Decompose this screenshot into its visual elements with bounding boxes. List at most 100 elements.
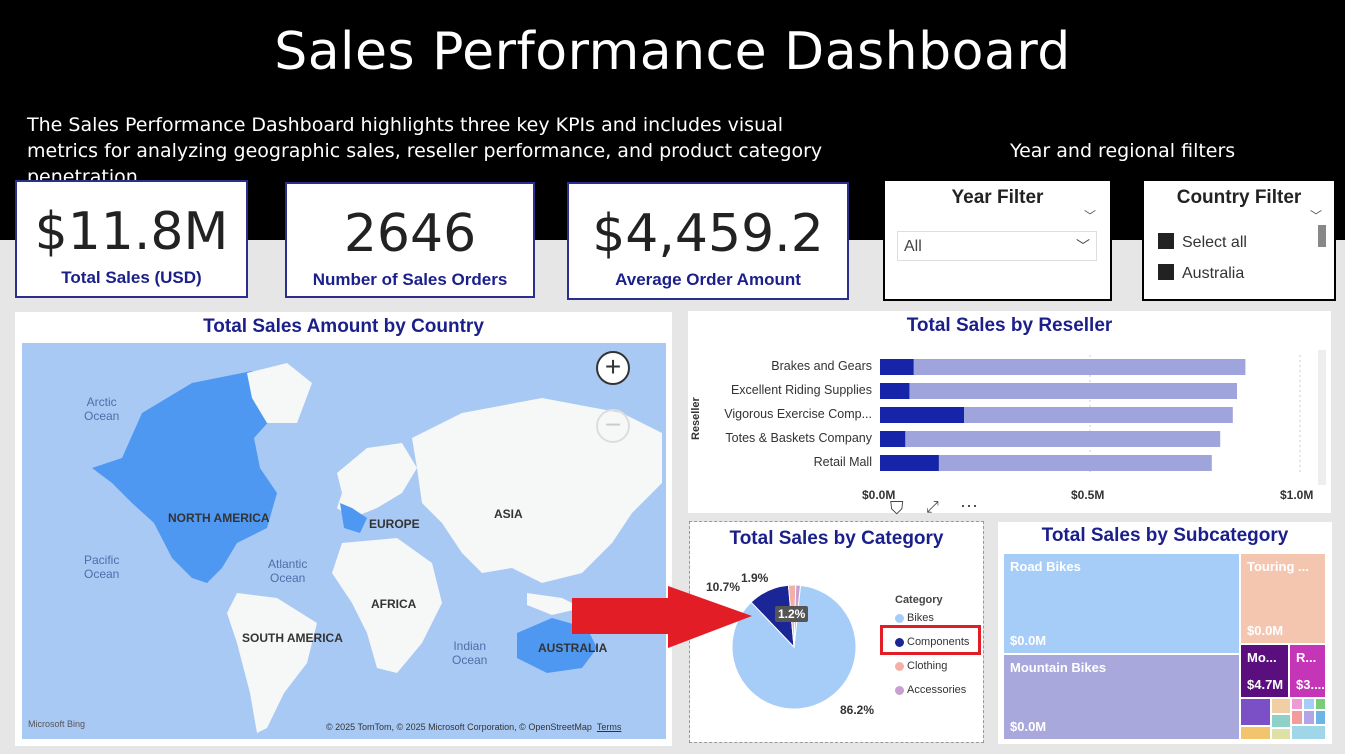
x-tick: $1.0M [1280, 488, 1314, 502]
focus-mode-icon[interactable]: ⤢ [926, 499, 939, 517]
scrollbar[interactable] [1318, 350, 1326, 485]
tile-label: Touring ... [1247, 559, 1309, 574]
data-label: 1.9% [741, 571, 769, 585]
kpi-label: Number of Sales Orders [312, 270, 508, 289]
legend-item-accessories[interactable]: Accessories [895, 684, 966, 696]
country-option-select-all[interactable]: Select all [1158, 233, 1247, 252]
tile-label: Mountain Bikes [1010, 660, 1107, 675]
kpi-label: Average Order Amount [615, 270, 801, 289]
bar-segment[interactable] [880, 455, 939, 471]
ocean-label: Arctic Ocean [84, 395, 120, 423]
treemap-tile[interactable] [1271, 714, 1291, 728]
legend-label: Accessories [907, 684, 967, 696]
treemap-tile[interactable] [1303, 698, 1315, 710]
tile-value: $4.7M [1247, 677, 1284, 692]
reseller-axis-label: Reseller [690, 397, 702, 440]
treemap-tile-mo[interactable]: Mo... $4.7M [1240, 644, 1289, 698]
tile-value: $0.0M [1010, 719, 1047, 734]
tile-label: Mo... [1247, 650, 1277, 665]
tile-label: Road Bikes [1010, 559, 1081, 574]
scrollbar[interactable] [1318, 225, 1326, 247]
kpi-value: $4,459.2 [592, 204, 824, 264]
filters-note: Year and regional filters [1010, 140, 1236, 162]
arrow-shape [572, 586, 752, 648]
year-filter-title: Year Filter [951, 187, 1044, 208]
treemap-tile[interactable] [1291, 698, 1303, 710]
legend-dot [895, 613, 904, 623]
bar-segment[interactable] [880, 359, 914, 375]
kpi-value: $11.8M [34, 202, 229, 262]
more-options-icon[interactable]: ⋯ [960, 496, 978, 517]
tile-label: R... [1296, 650, 1317, 665]
category-chart-title: Total Sales by Category [729, 528, 944, 549]
zoom-in-button[interactable]: + [596, 351, 630, 385]
chevron-down-icon[interactable]: ﹀ [1084, 207, 1096, 224]
map-title: Total Sales Amount by Country [203, 316, 484, 337]
page-description: The Sales Performance Dashboard highligh… [27, 114, 823, 188]
year-filter-dropdown[interactable]: All ﹀ [897, 231, 1097, 261]
continent-label: ASIA [494, 507, 523, 521]
south-america-shape [227, 593, 317, 733]
legend-item-clothing[interactable]: Clothing [895, 660, 947, 672]
treemap-tile[interactable] [1271, 698, 1291, 714]
tile-value: $0.0M [1247, 623, 1284, 638]
bar-segment[interactable] [880, 407, 964, 423]
year-filter-slicer[interactable]: Year Filter ﹀ All ﹀ [883, 179, 1112, 301]
kpi-value: 2646 [343, 204, 477, 264]
map-attribution: © 2025 TomTom, © 2025 Microsoft Corporat… [326, 722, 622, 732]
bar-total[interactable] [880, 359, 1246, 375]
reseller-chart-title: Total Sales by Reseller [906, 315, 1113, 336]
ocean-label: Indian Ocean [452, 639, 488, 667]
chevron-down-icon[interactable]: ﹀ [1310, 207, 1322, 224]
treemap-tile-road-bikes[interactable]: Road Bikes $0.0M [1003, 553, 1240, 654]
treemap-tile[interactable] [1240, 726, 1271, 740]
data-label: 86.2% [840, 703, 875, 717]
red-arrow-annotation [572, 586, 752, 648]
world-map[interactable]: Arctic Ocean Pacific Ocean Atlantic Ocean I… [22, 343, 666, 739]
treemap-tile-r[interactable]: R... $3.... [1289, 644, 1326, 698]
bar-total[interactable] [880, 431, 1221, 447]
x-tick: $0.5M [1071, 488, 1105, 502]
legend-dot [895, 685, 904, 695]
legend-item-bikes[interactable]: Bikes [895, 612, 934, 624]
treemap-tile[interactable] [1291, 725, 1326, 740]
treemap-tile-mountain-bikes[interactable]: Mountain Bikes $0.0M [1003, 654, 1240, 740]
country-filter-slicer[interactable]: Country Filter ﹀ Select all Australia [1142, 179, 1336, 301]
legend-label: Clothing [907, 660, 948, 672]
data-label: 1.2% [775, 606, 809, 622]
zoom-out-button[interactable]: − [596, 409, 630, 443]
legend-title: Category [895, 594, 943, 606]
treemap-tile[interactable] [1315, 710, 1326, 725]
bar-segment[interactable] [880, 431, 906, 447]
treemap-tile[interactable] [1240, 698, 1271, 726]
reseller-label: Vigorous Exercise Comp... [724, 407, 872, 421]
kpi-card-total-sales[interactable]: $11.8M Total Sales (USD) [15, 180, 248, 298]
bar-segment[interactable] [880, 383, 910, 399]
treemap-tile[interactable] [1271, 728, 1291, 740]
chevron-down-icon: ﹀ [1076, 238, 1090, 254]
tile-value: $0.0M [1010, 633, 1047, 648]
checkbox[interactable] [1158, 264, 1174, 280]
bar-total[interactable] [880, 383, 1237, 399]
filter-icon[interactable]: ⛉ [890, 498, 904, 519]
highlight-box [880, 625, 981, 655]
year-filter-value: All [904, 238, 922, 255]
kpi-label: Total Sales (USD) [61, 268, 202, 287]
kpi-card-sales-orders[interactable]: 2646 Number of Sales Orders [285, 182, 535, 298]
reseller-label: Totes & Baskets Company [725, 431, 872, 445]
reseller-label: Brakes and Gears [771, 359, 872, 373]
treemap-tile[interactable] [1303, 710, 1315, 725]
ocean-label: Atlantic Ocean [268, 557, 308, 585]
continent-label: NORTH AMERICA [168, 511, 270, 525]
legend-label: Bikes [907, 612, 934, 624]
treemap-tile-touring[interactable]: Touring ... $0.0M [1240, 553, 1326, 644]
country-option-australia[interactable]: Australia [1158, 264, 1244, 283]
terms-link[interactable]: Terms [597, 722, 622, 732]
treemap-tile[interactable] [1291, 710, 1303, 725]
continent-label: AFRICA [371, 597, 417, 611]
kpi-card-average-order[interactable]: $4,459.2 Average Order Amount [567, 182, 849, 300]
checkbox[interactable] [1158, 233, 1174, 249]
treemap-tile[interactable] [1315, 698, 1326, 710]
option-label: Select all [1182, 234, 1247, 251]
reseller-label: Retail Mall [813, 455, 872, 469]
